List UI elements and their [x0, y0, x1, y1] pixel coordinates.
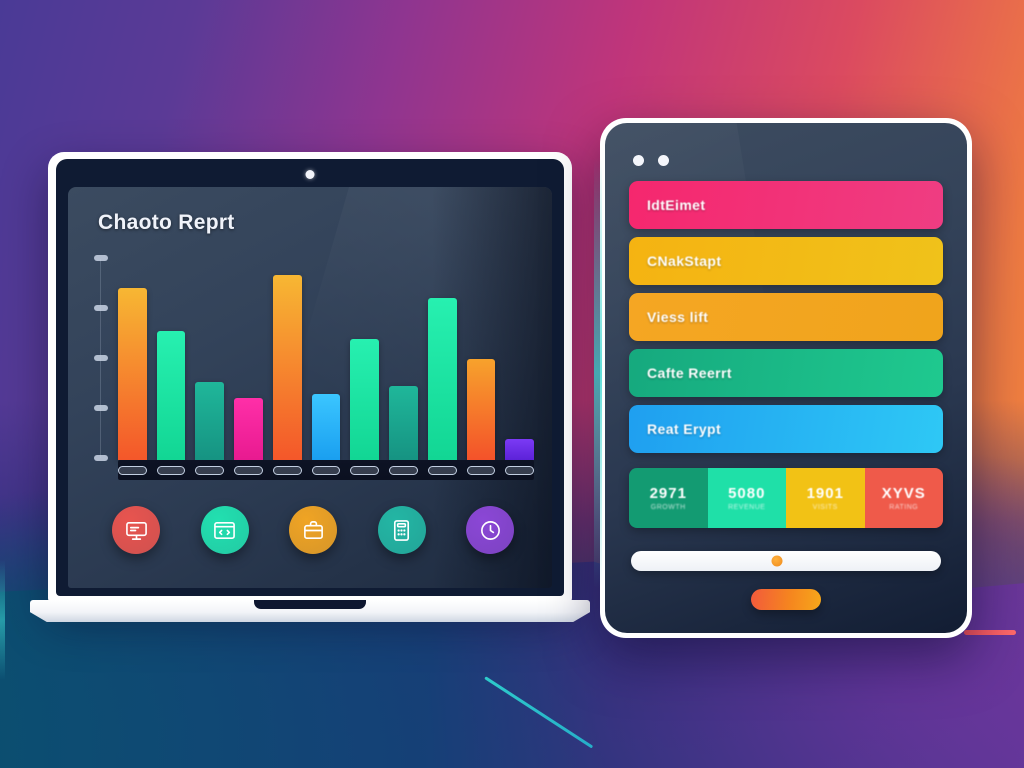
stat-tile-label: GROWTH [650, 504, 686, 511]
page-title: Chaoto Reprt [98, 211, 235, 234]
clock-button[interactable] [466, 506, 514, 554]
x-axis-label [427, 465, 457, 475]
chart-bar[interactable] [234, 398, 263, 460]
stat-tile[interactable]: XYVS RATING [864, 468, 943, 528]
chart-x-axis [118, 460, 535, 480]
chart-bar[interactable] [195, 382, 225, 460]
bar-chart [92, 255, 535, 480]
stat-tile[interactable]: 5080 REVENUE [707, 468, 786, 528]
calculator-icon [393, 519, 410, 541]
window-controls[interactable] [633, 155, 669, 166]
briefcase-icon [303, 520, 323, 539]
menu-row[interactable]: Cafte Reerrt [629, 349, 943, 397]
stat-tile[interactable]: 1901 VISITS [786, 468, 865, 528]
x-axis-label [350, 465, 380, 475]
laptop-screen: Chaoto Reprt [68, 187, 552, 588]
menu-row[interactable]: IdtEimet [629, 181, 943, 229]
x-axis-label [466, 465, 496, 475]
x-axis-label [311, 465, 341, 475]
x-axis-label [505, 465, 535, 475]
progress-slider[interactable] [631, 551, 941, 571]
tablet-screen: IdtEimet CNakStapt Viess lift Cafte Reerrt R… [605, 123, 967, 633]
menu-row[interactable]: Viess lift [629, 293, 943, 341]
menu-row-label: Cafte Reerrt [647, 365, 732, 381]
stat-tile-value: 5080 [728, 485, 766, 502]
tablet-edge-glow [594, 158, 602, 588]
stat-tiles: 2971 GROWTH 5080 REVENUE 1901 VISITS XYVS RATIN… [629, 468, 943, 528]
menu-row-label: IdtEimet [647, 197, 706, 213]
menu-row-label: CNakStapt [647, 253, 722, 269]
x-axis-label [272, 465, 302, 475]
stat-tile-label: VISITS [812, 504, 838, 511]
stat-tile-label: REVENUE [728, 504, 766, 511]
laptop-lid: Chaoto Reprt [48, 152, 572, 604]
chart-bar[interactable] [466, 359, 496, 460]
window-dot-2[interactable] [658, 155, 669, 166]
laptop-bezel: Chaoto Reprt [56, 159, 564, 596]
chart-bar[interactable] [350, 339, 380, 460]
menu-row[interactable]: Reat Erypt [629, 405, 943, 453]
x-axis-label [118, 465, 147, 475]
briefcase-button[interactable] [289, 506, 337, 554]
window-dot-1[interactable] [633, 155, 644, 166]
chart-bar[interactable] [505, 439, 535, 460]
chart-bar[interactable] [427, 298, 457, 460]
x-axis-label [156, 465, 186, 475]
webcam-icon [305, 170, 315, 179]
chart-bar[interactable] [272, 275, 302, 460]
accent-edge-teal [0, 560, 5, 680]
stat-tile-value: 2971 [649, 485, 687, 502]
y-axis-tick [94, 305, 108, 311]
tablet-device: IdtEimet CNakStapt Viess lift Cafte Reerrt R… [594, 118, 972, 638]
y-axis-tick [94, 255, 108, 261]
stat-tile-label: RATING [889, 504, 919, 511]
chart-bar[interactable] [389, 386, 418, 460]
y-axis-tick [94, 405, 108, 411]
chart-plot-area [118, 255, 535, 460]
app-dock [94, 499, 532, 561]
x-axis-label [389, 465, 418, 475]
laptop-base [30, 600, 590, 622]
chart-y-axis [92, 255, 114, 461]
stat-tile-value: 1901 [806, 485, 844, 502]
presentation-icon [125, 521, 147, 540]
laptop-device: Chaoto Reprt [30, 152, 590, 622]
clock-icon [480, 520, 500, 540]
slider-knob[interactable] [771, 555, 783, 567]
menu-row-label: Reat Erypt [647, 421, 722, 437]
stat-tile-value: XYVS [881, 485, 926, 502]
accent-dash-red [964, 630, 1016, 635]
x-axis-label [195, 465, 225, 475]
y-axis-tick [94, 455, 108, 461]
presentation-button[interactable] [112, 506, 160, 554]
chart-bar[interactable] [118, 288, 147, 460]
code-window-button[interactable] [200, 506, 249, 554]
menu-row[interactable]: CNakStapt [629, 237, 943, 285]
laptop-base-notch [254, 600, 366, 609]
chart-bar[interactable] [156, 331, 186, 460]
chart-bar[interactable] [311, 394, 341, 460]
y-axis-tick [94, 355, 108, 361]
calculator-button[interactable] [377, 506, 426, 554]
menu-list: IdtEimet CNakStapt Viess lift Cafte Reerrt R… [629, 181, 943, 461]
cta-button[interactable] [751, 589, 821, 610]
menu-row-label: Viess lift [647, 309, 709, 325]
code-window-icon [214, 521, 235, 539]
stat-tile[interactable]: 2971 GROWTH [629, 468, 708, 528]
x-axis-label [234, 465, 263, 475]
